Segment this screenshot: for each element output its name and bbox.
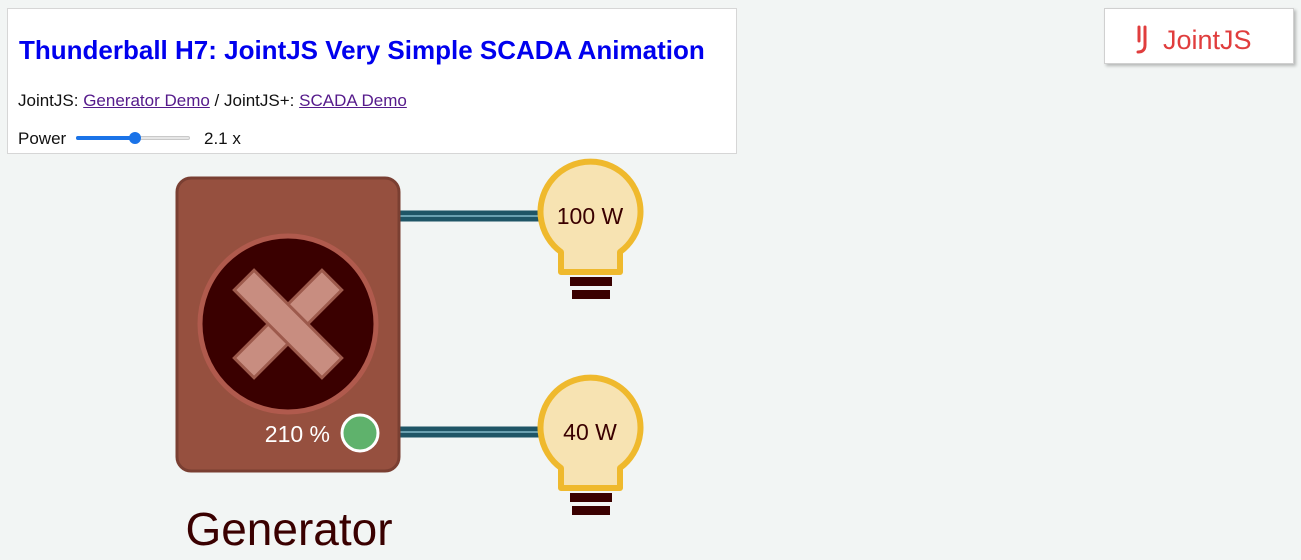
- bulb-bottom-base-upper: [570, 493, 612, 502]
- generator[interactable]: 210 %: [175, 176, 401, 473]
- generator-label: Generator: [185, 503, 392, 555]
- status-indicator: [340, 413, 380, 453]
- generator-power-label: 210 %: [265, 421, 330, 447]
- bulb-bottom-base-lower: [572, 506, 610, 515]
- bulb-bottom[interactable]: 40 W: [537, 374, 644, 515]
- bulb-top-base-lower: [572, 290, 610, 299]
- bulb-bottom-label: 40 W: [563, 419, 617, 445]
- bulb-top[interactable]: 100 W: [537, 158, 644, 299]
- bulb-top-base-upper: [570, 277, 612, 286]
- scada-diagram: 210 % Generator 100 W 40 W: [175, 158, 644, 555]
- bulb-top-label: 100 W: [557, 203, 624, 229]
- scada-page: Thunderball H7: JointJS Very Simple SCAD…: [0, 0, 1301, 560]
